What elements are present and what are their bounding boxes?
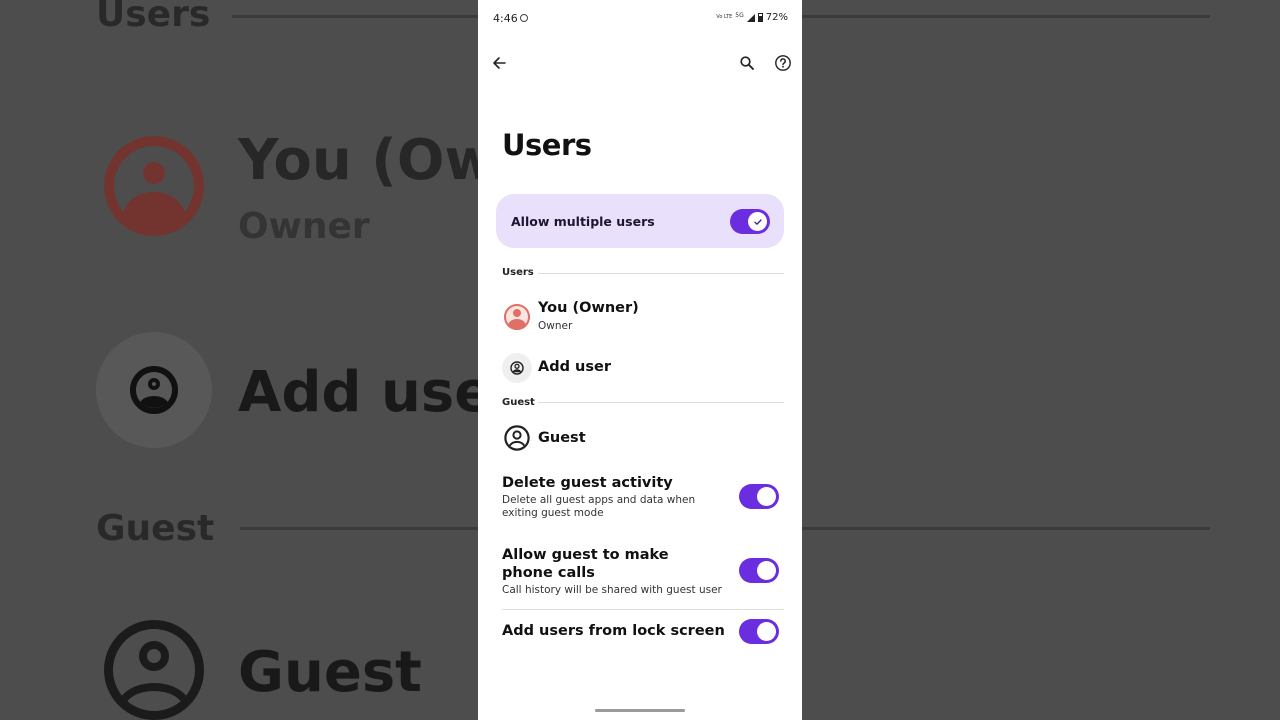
toggle-knob [757,561,776,580]
delete-guest-activity-row[interactable]: Delete guest activity Delete all guest a… [478,472,802,528]
add-user-icon-container [502,353,532,383]
arrow-left-icon [493,57,506,69]
toggle-knob [757,487,776,506]
check-icon [753,218,762,225]
section-divider [538,402,784,403]
bg-guest-label: Guest [238,640,422,705]
location-icon [520,14,528,22]
allow-multiple-users-card[interactable]: Allow multiple users [496,194,784,248]
guest-icon [504,425,530,451]
add-users-lock-screen-row[interactable]: Add users from lock screen [478,614,802,650]
bg-owner-avatar-icon [104,136,204,236]
guest-phone-calls-row[interactable]: Allow guest to make phone calls Call his… [478,545,802,605]
guest-phone-calls-subtitle: Call history will be shared with guest u… [502,584,722,596]
row-divider [502,609,784,610]
users-section-header: Users [502,267,534,278]
bg-guest-header: Guest [96,508,215,549]
page-title: Users [502,128,592,162]
battery-icon [757,13,763,22]
guest-phone-calls-title: Allow guest to make phone calls [502,547,669,581]
back-button[interactable] [483,47,515,79]
help-circle-icon [775,55,791,71]
search-icon [740,56,754,70]
bg-divider [240,527,478,530]
allow-multiple-users-label: Allow multiple users [511,214,655,229]
bg-divider [232,15,478,18]
toggle-knob [748,212,767,231]
owner-name: You (Owner) [538,300,639,316]
gesture-nav-bar[interactable] [595,709,685,712]
bg-title: Users [96,0,211,35]
owner-role: Owner [538,320,573,332]
bg-owner-role: Owner [238,206,370,247]
help-button[interactable] [767,47,799,79]
section-divider [538,273,784,274]
add-user-icon [510,361,524,375]
status-indicators: Vo LTE 5G 72% [716,12,788,23]
signal-icon [746,13,755,22]
add-users-lock-screen-toggle[interactable] [739,619,779,644]
delete-guest-activity-title: Delete guest activity [502,475,673,491]
delete-guest-activity-subtitle: Delete all guest apps and data when exit… [502,494,696,519]
status-time: 4:46 [493,12,518,25]
status-bar: 4:46 Vo LTE 5G 72% [478,0,802,36]
toggle-knob [757,622,776,641]
guest-label: Guest [538,430,586,446]
bg-guest-icon [104,620,204,720]
owner-avatar-icon [504,304,530,330]
bg-add-user-label: Add use [238,360,493,425]
guest-phone-calls-toggle[interactable] [739,558,779,583]
bg-divider [802,15,1210,18]
battery-percent: 72% [765,12,788,23]
bg-owner-name: You (Ow [238,128,497,193]
add-users-lock-screen-title: Add users from lock screen [502,623,725,639]
delete-guest-activity-toggle[interactable] [739,484,779,509]
bg-add-user-icon [130,366,178,414]
add-user-label: Add user [538,359,611,375]
top-app-bar [478,44,802,84]
allow-multiple-users-toggle[interactable] [730,209,770,234]
search-button[interactable] [731,47,763,79]
bg-divider [802,527,1210,530]
network-type: 5G [735,12,744,19]
volte-indicator: Vo LTE [716,14,733,20]
phone-screen: 4:46 Vo LTE 5G 72% Users Allow multiple … [478,0,802,720]
guest-section-header: Guest [502,397,535,408]
